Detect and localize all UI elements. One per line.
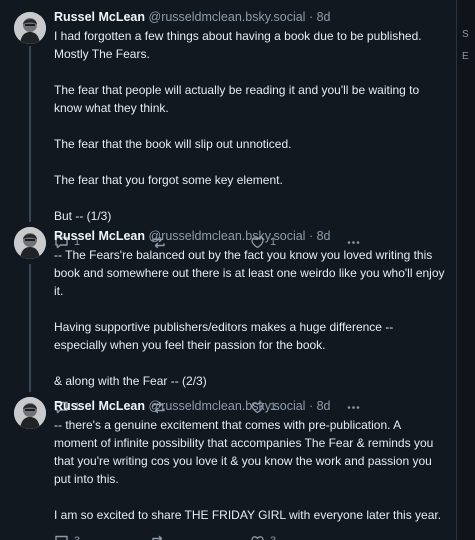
post-text: -- The Fears're balanced out by the fact… <box>54 248 445 388</box>
post-actions: 3 3 <box>54 532 446 540</box>
post-1[interactable]: Russel McLean @russeldmclean.bsky.social… <box>0 0 456 248</box>
right-panel-glyph: S <box>462 29 469 40</box>
thread-connector <box>29 264 31 392</box>
like-count: 3 <box>270 535 276 540</box>
author-name[interactable]: Russel McLean <box>54 399 145 413</box>
repost-icon <box>152 535 163 540</box>
post-3[interactable]: Russel McLean @russeldmclean.bsky.social… <box>0 386 456 540</box>
avatar[interactable] <box>14 12 46 44</box>
avatar[interactable] <box>14 227 46 259</box>
post-header: Russel McLean @russeldmclean.bsky.social… <box>54 399 446 414</box>
author-name[interactable]: Russel McLean <box>54 229 145 243</box>
separator-dot: · <box>308 399 314 413</box>
separator-dot: · <box>308 10 314 24</box>
post-text: -- there's a genuine excitement that com… <box>54 418 442 522</box>
right-panel-glyph: E <box>462 51 469 62</box>
repost-button[interactable] <box>151 532 171 540</box>
author-handle[interactable]: @russeldmclean.bsky.social <box>149 229 306 243</box>
thread-connector <box>29 46 31 222</box>
author-handle[interactable]: @russeldmclean.bsky.social <box>149 10 306 24</box>
more-options-button[interactable] <box>346 532 361 540</box>
author-name[interactable]: Russel McLean <box>54 10 145 24</box>
separator-dot: · <box>308 229 314 243</box>
more-options-icon <box>348 539 359 540</box>
avatar-photo <box>14 227 46 259</box>
post-time[interactable]: 8d <box>317 10 331 24</box>
thread-connector <box>29 216 31 222</box>
post-time[interactable]: 8d <box>317 399 331 413</box>
author-handle[interactable]: @russeldmclean.bsky.social <box>149 399 306 413</box>
post-header: Russel McLean @russeldmclean.bsky.social… <box>54 10 446 25</box>
avatar[interactable] <box>14 397 46 429</box>
reply-icon <box>55 535 68 540</box>
post-text: I had forgotten a few things about havin… <box>54 29 422 223</box>
like-button[interactable]: 3 <box>250 532 276 540</box>
reply-count: 3 <box>74 535 80 540</box>
avatar-photo <box>14 397 46 429</box>
right-panel-edge: S E <box>458 0 475 540</box>
post-2[interactable]: Russel McLean @russeldmclean.bsky.social… <box>0 216 456 413</box>
heart-icon <box>251 535 264 540</box>
thread-feed: Russel McLean @russeldmclean.bsky.social… <box>0 0 457 540</box>
reply-button[interactable]: 3 <box>54 532 80 540</box>
post-time[interactable]: 8d <box>317 229 331 243</box>
thread-connector <box>29 386 31 392</box>
post-header: Russel McLean @russeldmclean.bsky.social… <box>54 229 446 244</box>
avatar-photo <box>14 12 46 44</box>
